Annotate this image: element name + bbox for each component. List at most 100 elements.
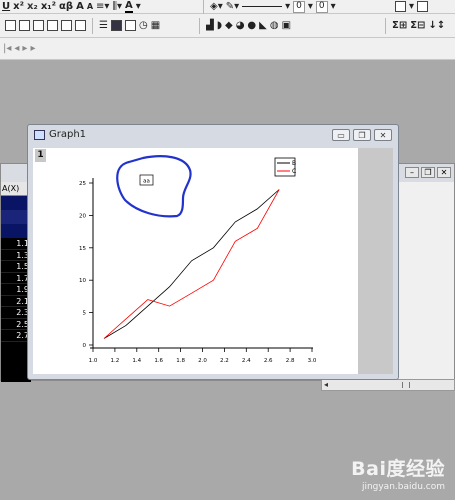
minimize-icon[interactable]: ▭ [332, 129, 350, 141]
layer-left-icon[interactable] [5, 20, 16, 31]
y-tick-label: 0 [83, 343, 87, 349]
horizontal-scrollbar[interactable]: ◂ [321, 379, 455, 391]
table-icon[interactable]: ▦ [151, 20, 160, 31]
tool-icon[interactable]: ◣ [259, 20, 267, 31]
x-tick-label: 2.0 [198, 358, 207, 364]
graph-client-area: 1.0 1.2 1.4 1.6 1.8 2.0 2.2 2.4 2.6 2.8 3.0 0 5 10 15 2… [33, 148, 393, 374]
layer-right-icon[interactable] [19, 20, 30, 31]
close-icon[interactable]: ✕ [374, 129, 392, 141]
tool-icon[interactable]: ▣ [282, 20, 291, 31]
graph-titlebar[interactable]: Graph1 ▭ ❐ ✕ [28, 125, 398, 145]
stats-group: Σ⊞ Σ⊟ ↓↕ [382, 14, 445, 37]
graph-window[interactable]: Graph1 ▭ ❐ ✕ 1.0 1.2 1.4 1.6 1.8 2.0 2.2 2.4 2.6… [27, 124, 399, 380]
restore-icon[interactable]: ❐ [421, 167, 435, 178]
nav-group: |◂ ◂ ▸ ▸ [3, 38, 35, 59]
watermark-url: jingyan.baidu.com [361, 482, 445, 492]
layer-bottom-icon[interactable] [47, 20, 58, 31]
font-size-increase-icon[interactable]: A [76, 1, 84, 12]
x-tick-label: 3.0 [308, 358, 317, 364]
tool-icon[interactable]: ◍ [270, 20, 279, 31]
fill-icon[interactable]: ◈▾ [210, 1, 223, 12]
worksheet-icon[interactable]: ☰ [99, 20, 108, 31]
format-toolbar: U x² x₂ x₁² αβ A A ≡▾ ⫼▾ A ▾ ◈▾ ✎▾ ▾ 0 ▾… [0, 0, 455, 15]
font-size-decrease-icon[interactable]: A [87, 2, 93, 11]
notes-icon[interactable] [124, 20, 136, 31]
play-icon[interactable]: ▸ [22, 43, 27, 54]
restore-icon[interactable]: ❐ [353, 129, 371, 141]
tool-icon[interactable]: ◕ [236, 20, 245, 31]
legend-label-b: B [292, 160, 296, 167]
watermark-logo: Bai度经验 [351, 458, 445, 480]
scroll-thumb[interactable] [402, 382, 410, 388]
tools-group: ▟ ◗ ◆ ◕ ● ◣ ◍ ▣ [196, 14, 291, 37]
font-color-icon[interactable]: A [125, 0, 133, 13]
underline-icon[interactable]: U [2, 1, 10, 12]
y-tick-label: 15 [79, 246, 86, 252]
object-icon[interactable] [417, 1, 429, 12]
y-tick-label: 10 [79, 278, 86, 284]
align-icon[interactable]: ≡▾ [96, 1, 109, 12]
matrix-icon[interactable] [110, 20, 122, 31]
layout-toolbar: ☰ ◷ ▦ ▟ ◗ ◆ ◕ ● ◣ ◍ ▣ Σ⊞ Σ⊟ ↓↕ [0, 14, 455, 38]
layer-top-icon[interactable] [33, 20, 44, 31]
origin-app: U x² x₂ x₁² αβ A A ≡▾ ⫼▾ A ▾ ◈▾ ✎▾ ▾ 0 ▾… [0, 0, 455, 500]
close-icon[interactable]: ✕ [437, 167, 451, 178]
x-tick-label: 2.4 [242, 358, 251, 364]
tool-icon[interactable]: ◗ [217, 20, 222, 31]
chevron-down-icon[interactable]: ▾ [409, 1, 414, 12]
line-width-dropdown[interactable]: 0 [293, 0, 305, 13]
x-tick-label: 1.6 [154, 358, 163, 364]
series-line-b [103, 189, 280, 339]
superscript-icon[interactable]: x² [13, 1, 24, 12]
subscript-icon[interactable]: x₂ [27, 1, 38, 12]
window-title: Graph1 [49, 129, 87, 140]
text-format-group: U x² x₂ x₁² αβ A A ≡▾ ⫼▾ A ▾ [2, 0, 141, 13]
x-tick-label: 1.8 [176, 358, 185, 364]
legend-label-c: C [292, 168, 296, 175]
line-style-swatch[interactable] [242, 6, 283, 7]
supersubscript-icon[interactable]: x₁² [41, 1, 56, 12]
layer-icon[interactable] [395, 1, 406, 12]
layout-group: ☰ ◷ ▦ [5, 14, 160, 37]
chevron-down-icon[interactable]: ▾ [331, 1, 336, 12]
line-color-icon[interactable]: ✎▾ [226, 1, 239, 12]
misc-group: ▾ [395, 0, 429, 13]
x-tick-label: 2.6 [264, 358, 273, 364]
minimize-icon[interactable]: – [405, 167, 419, 178]
x-tick-label: 1.0 [89, 358, 98, 364]
chevron-down-icon[interactable]: ▾ [285, 1, 290, 12]
tool-icon[interactable]: ◆ [225, 20, 233, 31]
next-icon[interactable]: ▸ [30, 43, 35, 54]
border-icon[interactable]: ⫼▾ [112, 1, 122, 12]
layer-xy-icon[interactable] [61, 20, 72, 31]
rewind-icon[interactable]: |◂ [3, 43, 11, 54]
sum-icon[interactable]: Σ⊞ [392, 20, 407, 31]
sort-icon[interactable]: Σ⊟ [410, 20, 425, 31]
scroll-left-icon[interactable]: ◂ [324, 380, 328, 389]
graph-page[interactable]: 1.0 1.2 1.4 1.6 1.8 2.0 2.2 2.4 2.6 2.8 3.0 0 5 10 15 2… [33, 148, 358, 374]
layer-tag[interactable]: 1 [35, 149, 46, 162]
chevron-down-icon[interactable]: ▾ [136, 1, 141, 12]
navigation-toolbar: |◂ ◂ ▸ ▸ [0, 38, 455, 60]
x-tick-label: 2.2 [220, 358, 229, 364]
y-tick-label: 5 [83, 311, 87, 317]
x-tick-label: 1.2 [111, 358, 120, 364]
line-format-group: ◈▾ ✎▾ ▾ 0 ▾ 0 ▾ [200, 0, 336, 15]
prev-icon[interactable]: ◂ [14, 43, 19, 54]
window-controls: ▭ ❐ ✕ [332, 129, 392, 141]
toolbar-separator [203, 0, 204, 15]
hand-drawn-circle [116, 155, 192, 218]
chevron-down-icon[interactable]: ▾ [308, 1, 313, 12]
line-chart[interactable]: 1.0 1.2 1.4 1.6 1.8 2.0 2.2 2.4 2.6 2.8 3.0 0 5 10 15 2… [33, 148, 358, 374]
layer-xy2-icon[interactable] [75, 20, 86, 31]
tool-icon[interactable]: ● [247, 20, 256, 31]
greek-icon[interactable]: αβ [59, 1, 73, 12]
graph-window-icon [34, 130, 45, 140]
sort-az-icon[interactable]: ↓↕ [428, 20, 445, 31]
clock-icon[interactable]: ◷ [139, 20, 148, 31]
pattern-dropdown[interactable]: 0 [315, 0, 328, 13]
toolbar-separator [92, 17, 93, 34]
y-tick-label: 25 [79, 181, 86, 187]
x-tick-label: 2.8 [286, 358, 295, 364]
tool-icon[interactable]: ▟ [206, 20, 214, 31]
